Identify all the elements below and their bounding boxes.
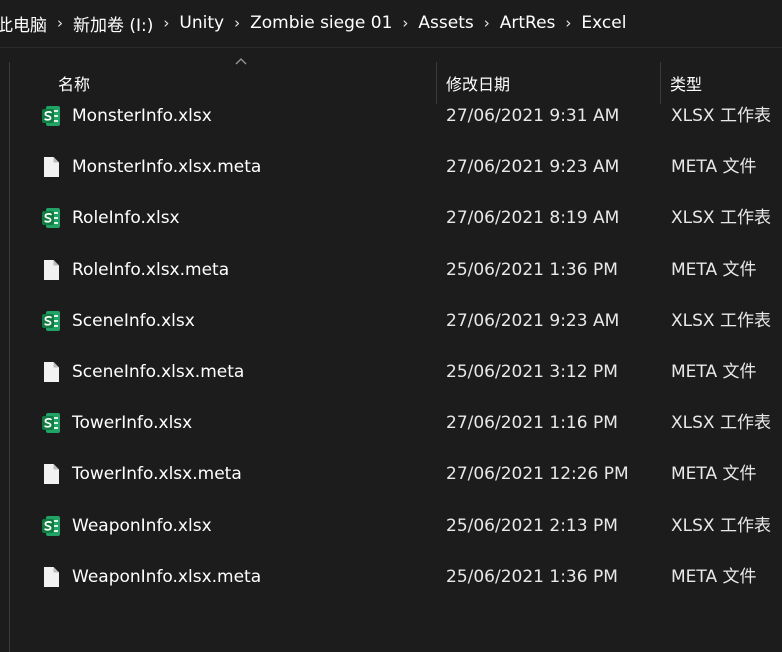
file-type: META 文件 (671, 464, 757, 485)
file-name: TowerInfo.xlsx.meta (72, 464, 242, 485)
excel-icon (41, 207, 61, 229)
file-row[interactable]: WeaponInfo.xlsx.meta 25/06/2021 1:36 PM ME… (10, 555, 782, 599)
file-date-modified: 25/06/2021 1:36 PM (446, 566, 618, 587)
file-name: WeaponInfo.xlsx.meta (72, 566, 262, 587)
file-type: META 文件 (671, 362, 757, 382)
file-date-modified: 27/06/2021 9:23 AM (446, 310, 620, 331)
breadcrumb-item-artres[interactable]: ArtRes (498, 8, 558, 38)
breadcrumb-separator-icon[interactable]: › (394, 8, 416, 38)
file-name: SceneInfo.xlsx.meta (72, 362, 245, 382)
excel-icon (41, 105, 61, 127)
file-date-modified: 27/06/2021 9:31 AM (446, 106, 620, 126)
file-date-modified: 27/06/2021 9:23 AM (446, 157, 620, 178)
file-name: MonsterInfo.xlsx (72, 106, 212, 126)
file-name: TowerInfo.xlsx (72, 413, 193, 434)
breadcrumb-item-project[interactable]: Zombie siege 01 (248, 8, 394, 38)
file-row[interactable]: SceneInfo.xlsx.meta 25/06/2021 3:12 PM MET… (10, 350, 782, 394)
header-divider (0, 47, 782, 48)
file-date-modified: 25/06/2021 1:36 PM (446, 259, 618, 280)
file-icon (41, 156, 61, 178)
file-explorer-window: 此电脑 › 新加卷 (I:) › Unity › Zombie siege 01… (0, 0, 782, 652)
file-type: XLSX 工作表 (671, 310, 771, 331)
file-name: RoleInfo.xlsx.meta (72, 259, 230, 280)
excel-icon (41, 412, 61, 434)
file-row[interactable]: TowerInfo.xlsx 27/06/2021 1:16 PM XLSX 工作表 (10, 401, 782, 445)
file-date-modified: 27/06/2021 1:16 PM (446, 413, 618, 434)
file-name: SceneInfo.xlsx (72, 310, 195, 331)
breadcrumb-separator-icon[interactable]: › (49, 8, 71, 38)
file-row[interactable]: RoleInfo.xlsx.meta 25/06/2021 1:36 PM META… (10, 248, 782, 292)
file-type: META 文件 (671, 157, 757, 178)
file-type: XLSX 工作表 (671, 208, 771, 229)
excel-icon (41, 515, 61, 537)
breadcrumb-separator-icon[interactable]: › (476, 8, 498, 38)
file-icon (41, 361, 61, 383)
file-date-modified: 27/06/2021 12:26 PM (446, 464, 629, 485)
file-type: XLSX 工作表 (671, 413, 771, 434)
file-name: RoleInfo.xlsx (72, 208, 180, 229)
file-name: WeaponInfo.xlsx (72, 515, 212, 536)
breadcrumb: 此电脑 › 新加卷 (I:) › Unity › Zombie siege 01… (0, 0, 782, 46)
file-date-modified: 25/06/2021 2:13 PM (446, 515, 618, 536)
breadcrumb-item-this-pc[interactable]: 此电脑 (0, 8, 49, 38)
breadcrumb-item-assets[interactable]: Assets (416, 8, 475, 38)
file-name: MonsterInfo.xlsx.meta (72, 157, 262, 178)
breadcrumb-item-drive[interactable]: 新加卷 (I:) (71, 8, 155, 38)
excel-icon (41, 310, 61, 332)
file-row[interactable]: MonsterInfo.xlsx.meta 27/06/2021 9:23 AM M… (10, 145, 782, 189)
file-type: META 文件 (671, 566, 757, 587)
file-type: XLSX 工作表 (671, 515, 771, 536)
file-row[interactable]: MonsterInfo.xlsx 27/06/2021 9:31 AM XLSX 工… (10, 94, 782, 138)
file-type: META 文件 (671, 259, 757, 280)
file-date-modified: 27/06/2021 8:19 AM (446, 208, 620, 229)
file-type: XLSX 工作表 (671, 106, 771, 126)
file-icon (41, 566, 61, 588)
breadcrumb-item-excel[interactable]: Excel (579, 8, 628, 38)
breadcrumb-separator-icon[interactable]: › (226, 8, 248, 38)
breadcrumb-separator-icon[interactable]: › (557, 8, 579, 38)
file-icon (41, 259, 61, 281)
breadcrumb-separator-icon[interactable]: › (155, 8, 177, 38)
breadcrumb-item-unity[interactable]: Unity (177, 8, 226, 38)
file-row[interactable]: SceneInfo.xlsx 27/06/2021 9:23 AM XLSX 工作表 (10, 299, 782, 343)
file-row[interactable]: RoleInfo.xlsx 27/06/2021 8:19 AM XLSX 工作表 (10, 196, 782, 240)
file-row[interactable]: TowerInfo.xlsx.meta 27/06/2021 12:26 PM ME… (10, 452, 782, 496)
file-date-modified: 25/06/2021 3:12 PM (446, 362, 618, 382)
file-icon (41, 463, 61, 485)
file-row[interactable]: WeaponInfo.xlsx 25/06/2021 2:13 PM XLSX 工作… (10, 504, 782, 548)
